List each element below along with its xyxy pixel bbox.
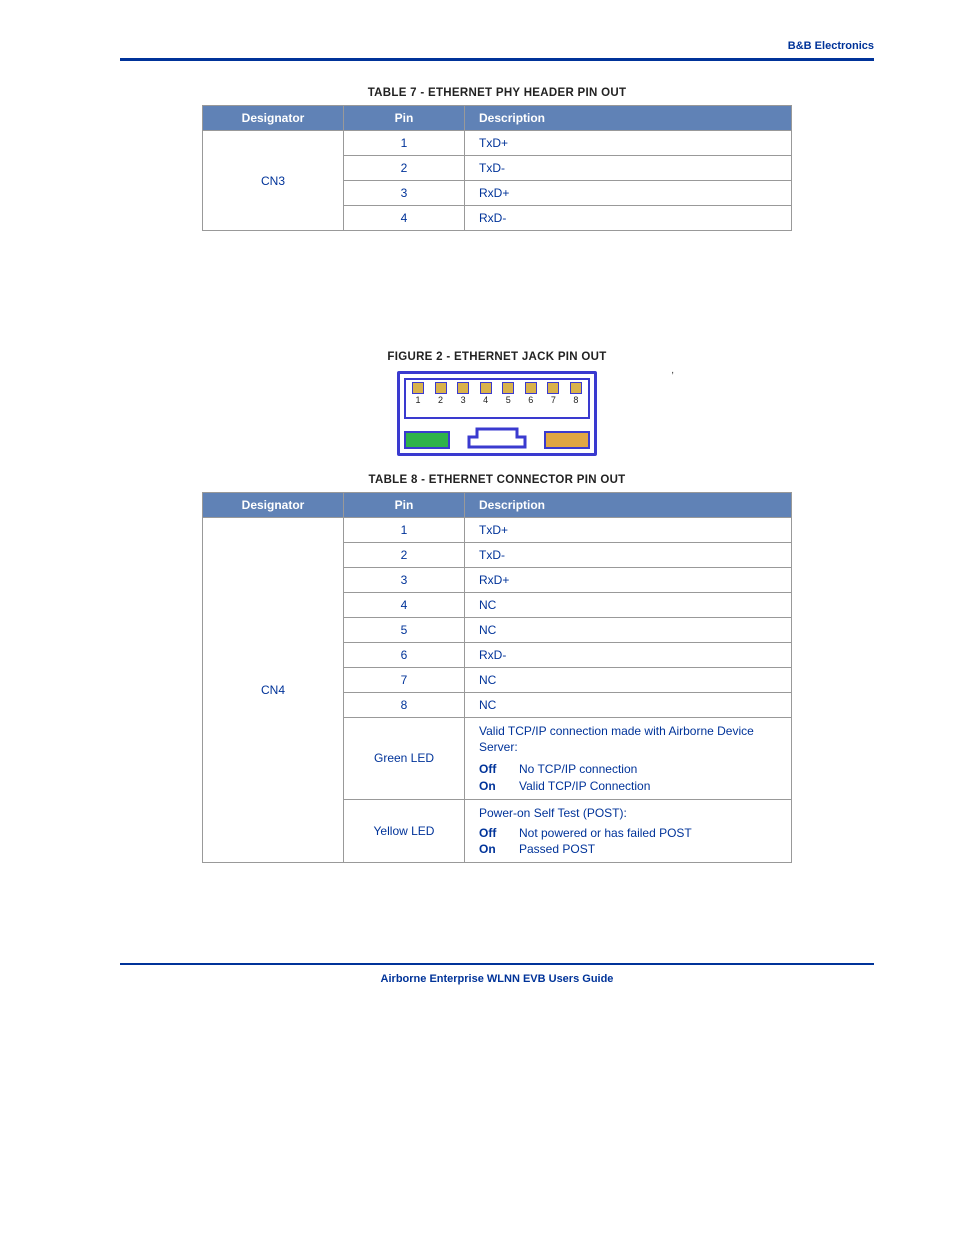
jack-pin: 6: [525, 382, 537, 405]
table7: Designator Pin Description CN3 1 TxD+ 2 …: [202, 105, 792, 231]
cell-pin: 5: [344, 618, 465, 643]
jack-pin: 7: [547, 382, 559, 405]
cell-desc: NC: [465, 693, 792, 718]
page-header: B&B Electronics: [120, 40, 874, 58]
table-row: CN3 1 TxD+: [203, 131, 792, 156]
cell-desc: RxD-: [465, 643, 792, 668]
state-text: Valid TCP/IP Connection: [519, 778, 650, 794]
cell-desc: RxD+: [465, 568, 792, 593]
cell-desc: Valid TCP/IP connection made with Airbor…: [465, 718, 792, 800]
cell-pin: 6: [344, 643, 465, 668]
table8-caption: TABLE 8 - ETHERNET CONNECTOR PIN OUT: [120, 474, 874, 486]
footer-text: Airborne Enterprise WLNN EVB Users Guide: [120, 973, 874, 985]
led-intro: Valid TCP/IP connection made with Airbor…: [479, 723, 781, 755]
ethernet-jack-figure: 1 2 3 4 5 6 7 8: [397, 371, 597, 456]
th-pin: Pin: [344, 493, 465, 518]
cell-desc: NC: [465, 668, 792, 693]
cell-pin: 1: [344, 518, 465, 543]
yellow-led-icon: [544, 431, 590, 449]
table8: Designator Pin Description CN4 1 TxD+ 2T…: [202, 492, 792, 863]
cell-desc: Power-on Self Test (POST): OffNot powere…: [465, 799, 792, 863]
cell-desc: RxD-: [465, 206, 792, 231]
cell-pin: 2: [344, 543, 465, 568]
th-designator: Designator: [203, 493, 344, 518]
company-name: B&B Electronics: [788, 40, 874, 52]
figure2-caption: FIGURE 2 - ETHERNET JACK PIN OUT: [120, 351, 874, 363]
stray-mark: ,: [671, 365, 674, 376]
cell-designator: CN4: [203, 518, 344, 863]
cell-pin: 3: [344, 568, 465, 593]
cell-designator: CN3: [203, 131, 344, 231]
th-description: Description: [465, 493, 792, 518]
footer-rule: [120, 963, 874, 965]
green-led-icon: [404, 431, 450, 449]
cell-pin: 4: [344, 593, 465, 618]
cell-pin: 7: [344, 668, 465, 693]
state-label: On: [479, 841, 519, 857]
state-label: Off: [479, 825, 519, 841]
table7-caption: TABLE 7 - ETHERNET PHY HEADER PIN OUT: [120, 87, 874, 99]
cell-pin: 4: [344, 206, 465, 231]
cell-pin: 3: [344, 181, 465, 206]
jack-tab-icon: [467, 427, 527, 449]
cell-desc: TxD+: [465, 131, 792, 156]
state-label: Off: [479, 761, 519, 777]
led-intro: Power-on Self Test (POST):: [479, 805, 781, 821]
cell-desc: TxD-: [465, 543, 792, 568]
jack-pin: 3: [457, 382, 469, 405]
cell-pin: 8: [344, 693, 465, 718]
jack-pin: 2: [435, 382, 447, 405]
cell-desc: TxD+: [465, 518, 792, 543]
cell-pin: 2: [344, 156, 465, 181]
cell-pin: Green LED: [344, 718, 465, 800]
state-label: On: [479, 778, 519, 794]
jack-pin: 8: [570, 382, 582, 405]
jack-pin: 4: [480, 382, 492, 405]
cell-desc: RxD+: [465, 181, 792, 206]
cell-desc: NC: [465, 618, 792, 643]
cell-desc: TxD-: [465, 156, 792, 181]
header-rule: [120, 58, 874, 61]
jack-pin: 5: [502, 382, 514, 405]
state-text: No TCP/IP connection: [519, 761, 637, 777]
state-text: Not powered or has failed POST: [519, 825, 692, 841]
cell-pin: Yellow LED: [344, 799, 465, 863]
cell-desc: NC: [465, 593, 792, 618]
th-pin: Pin: [344, 106, 465, 131]
table-row: CN4 1 TxD+: [203, 518, 792, 543]
state-text: Passed POST: [519, 841, 595, 857]
th-description: Description: [465, 106, 792, 131]
th-designator: Designator: [203, 106, 344, 131]
jack-pin: 1: [412, 382, 424, 405]
cell-pin: 1: [344, 131, 465, 156]
